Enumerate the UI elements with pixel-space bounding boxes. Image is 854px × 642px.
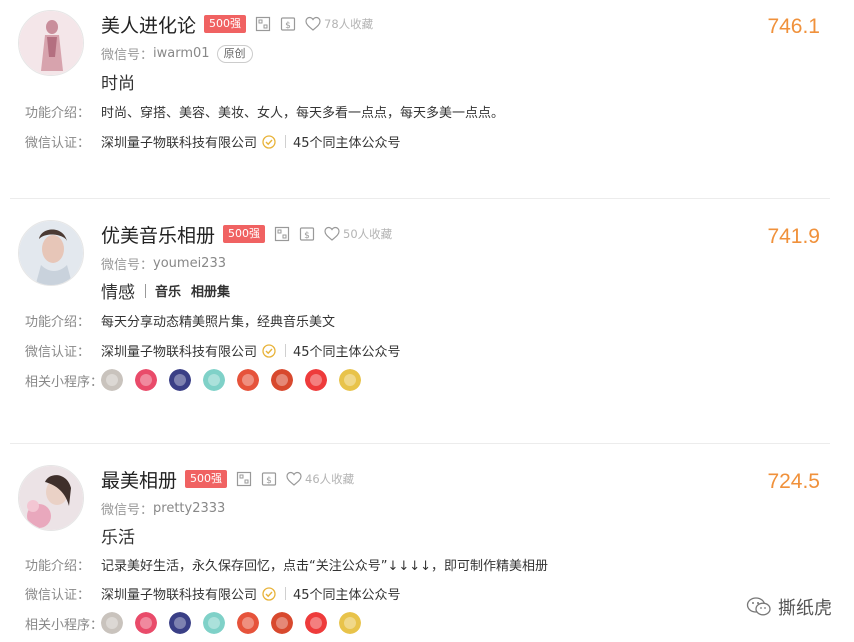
- verified-check-icon: [262, 586, 276, 601]
- mini-program-icon[interactable]: [237, 612, 259, 634]
- separator: [285, 344, 287, 357]
- account-avatar[interactable]: [18, 220, 84, 286]
- watermark-text: 撕纸虎: [778, 598, 832, 619]
- svg-text:$: $: [285, 21, 291, 31]
- svg-text:$: $: [266, 476, 272, 486]
- favorites-count: 50人收藏: [343, 227, 393, 241]
- verified-check-icon: [262, 134, 276, 149]
- heart-icon[interactable]: [286, 471, 302, 487]
- favorites-count: 78人收藏: [324, 17, 374, 31]
- verify-label: 微信认证：: [25, 136, 91, 151]
- price-icon[interactable]: $: [261, 471, 277, 487]
- card-divider: [10, 443, 830, 444]
- category-separator: [145, 283, 146, 298]
- wechat-id-label: 微信号：: [101, 48, 154, 63]
- intro-label: 功能介绍：: [25, 315, 91, 330]
- same-subject-link[interactable]: 45个同主体公众号: [293, 132, 401, 151]
- account-score: 724.5: [767, 470, 820, 493]
- account-avatar[interactable]: [18, 10, 84, 76]
- verified-company[interactable]: 深圳量子物联科技有限公司: [101, 341, 257, 360]
- intro-text: 每天分享动态精美照片集，经典音乐美文: [101, 315, 336, 330]
- mini-program-icon[interactable]: [237, 369, 259, 391]
- mini-programs-label: 相关小程序：: [25, 617, 104, 633]
- category-tag: 音乐: [155, 285, 182, 300]
- original-tag: 原创: [216, 44, 253, 63]
- mini-program-list: [101, 612, 373, 634]
- mini-program-icon[interactable]: [305, 612, 327, 634]
- price-icon[interactable]: $: [299, 226, 315, 242]
- mini-program-icon[interactable]: [271, 369, 293, 391]
- account-name[interactable]: 优美音乐相册: [101, 221, 215, 248]
- top500-badge: 500强: [185, 470, 228, 488]
- top500-badge: 500强: [204, 15, 247, 33]
- account-card-3[interactable]: 最美相册 500强 $ 46人收藏 724.5 微信号： pretty2333 …: [0, 455, 830, 642]
- account-category: 情感: [101, 283, 135, 303]
- wechat-id: pretty2333: [153, 501, 226, 516]
- category-tag: 相册集: [191, 285, 231, 300]
- intro-label: 功能介绍：: [25, 559, 91, 574]
- account-score: 746.1: [767, 15, 820, 38]
- mini-program-icon[interactable]: [101, 612, 123, 634]
- mini-program-icon[interactable]: [339, 612, 361, 634]
- mini-program-icon[interactable]: [169, 612, 191, 634]
- heart-icon[interactable]: [305, 16, 321, 32]
- verify-label: 微信认证：: [25, 588, 91, 603]
- watermark: 撕纸虎: [746, 594, 832, 620]
- same-subject-link[interactable]: 45个同主体公众号: [293, 584, 401, 603]
- account-card-1[interactable]: 美人进化论 500强 $ 78人收藏 746.1 微信号： iwarm01 原创…: [0, 0, 830, 190]
- verified-check-icon: [262, 343, 276, 358]
- account-card-2[interactable]: 优美音乐相册 500强 $ 50人收藏 741.9 微信号： youmei233…: [0, 210, 830, 440]
- account-score: 741.9: [767, 225, 820, 248]
- top500-badge: 500强: [223, 225, 266, 243]
- mini-program-icon[interactable]: [169, 369, 191, 391]
- mini-program-icon[interactable]: [203, 612, 225, 634]
- verify-label: 微信认证：: [25, 345, 91, 360]
- account-avatar[interactable]: [18, 465, 84, 531]
- mini-program-icon[interactable]: [135, 612, 157, 634]
- wechat-logo-icon: [746, 597, 771, 616]
- separator: [285, 135, 287, 148]
- separator: [285, 587, 287, 600]
- mini-program-icon[interactable]: [101, 369, 123, 391]
- mini-program-list: [101, 369, 373, 391]
- account-category: 时尚: [101, 74, 135, 94]
- wechat-id-label: 微信号：: [101, 258, 154, 273]
- account-name[interactable]: 美人进化论: [101, 11, 196, 38]
- mini-programs-label: 相关小程序：: [25, 374, 104, 390]
- intro-text: 记录美好生活，永久保存回忆，点击“关注公众号”↓↓↓↓，即可制作精美相册: [101, 559, 549, 574]
- card-divider: [10, 198, 830, 199]
- svg-text:$: $: [304, 231, 310, 241]
- intro-text: 时尚、穿搭、美容、美妆、女人，每天多看一点点，每天多美一点点。: [101, 106, 505, 121]
- qrcode-icon[interactable]: [255, 16, 271, 32]
- account-category: 乐活: [101, 528, 135, 548]
- mini-program-icon[interactable]: [305, 369, 327, 391]
- verified-company[interactable]: 深圳量子物联科技有限公司: [101, 132, 257, 151]
- mini-program-icon[interactable]: [271, 612, 293, 634]
- mini-program-icon[interactable]: [135, 369, 157, 391]
- price-icon[interactable]: $: [280, 16, 296, 32]
- wechat-id: iwarm01: [153, 46, 210, 61]
- heart-icon[interactable]: [324, 226, 340, 242]
- intro-label: 功能介绍：: [25, 106, 91, 121]
- mini-program-icon[interactable]: [203, 369, 225, 391]
- same-subject-link[interactable]: 45个同主体公众号: [293, 341, 401, 360]
- mini-program-icon[interactable]: [339, 369, 361, 391]
- qrcode-icon[interactable]: [274, 226, 290, 242]
- account-name[interactable]: 最美相册: [101, 466, 177, 493]
- wechat-id-label: 微信号：: [101, 503, 154, 518]
- verified-company[interactable]: 深圳量子物联科技有限公司: [101, 584, 257, 603]
- favorites-count: 46人收藏: [305, 472, 355, 486]
- qrcode-icon[interactable]: [236, 471, 252, 487]
- wechat-id: youmei233: [153, 256, 226, 271]
